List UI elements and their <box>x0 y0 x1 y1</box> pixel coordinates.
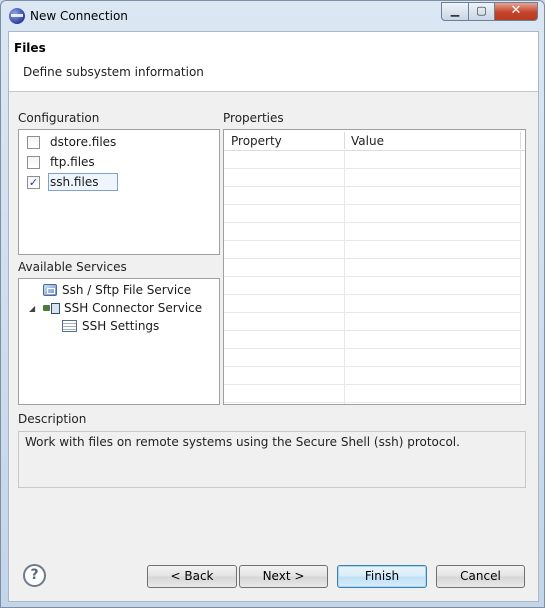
page-title: Files <box>14 41 46 55</box>
window-title: New Connection <box>30 9 128 23</box>
table-row[interactable] <box>224 223 520 241</box>
table-row[interactable] <box>224 331 520 349</box>
table-row[interactable] <box>224 205 520 223</box>
tree-item-sftp-file-service[interactable]: Ssh / Sftp File Service <box>43 281 191 299</box>
tree-item-label: SSH Settings <box>82 319 160 333</box>
config-item-ssh-files[interactable]: ✓ ssh.files <box>27 173 119 191</box>
available-services-label: Available Services <box>18 260 127 274</box>
dialog-window: New Connection ▁ ▢ ✕ Files Define subsys… <box>0 0 545 608</box>
properties-table-header: Property Value <box>224 130 525 151</box>
close-button[interactable]: ✕ <box>494 2 538 21</box>
file-service-icon <box>43 284 57 296</box>
table-row[interactable] <box>224 259 520 277</box>
config-item-label: dstore.files <box>50 135 117 149</box>
table-row[interactable] <box>224 241 520 259</box>
help-icon[interactable]: ? <box>23 564 46 587</box>
description-label: Description <box>18 412 87 426</box>
dstore-files-checkbox[interactable] <box>27 135 40 149</box>
ftp-files-checkbox[interactable] <box>27 155 40 169</box>
window-controls: ▁ ▢ ✕ <box>441 2 538 21</box>
tree-item-ssh-settings[interactable]: SSH Settings <box>62 317 159 335</box>
properties-label: Properties <box>223 111 284 125</box>
cancel-button[interactable]: Cancel <box>436 565 525 588</box>
config-item-label: ftp.files <box>50 155 95 169</box>
table-row[interactable] <box>224 385 520 403</box>
title-bar[interactable]: New Connection ▁ ▢ ✕ <box>1 1 544 31</box>
tree-item-ssh-connector-service[interactable]: SSH Connector Service <box>43 299 202 317</box>
table-row[interactable] <box>224 169 520 187</box>
column-separator[interactable] <box>520 132 521 149</box>
page-description: Define subsystem information <box>23 65 204 79</box>
settings-table-icon <box>62 320 77 332</box>
column-header-property[interactable]: Property <box>231 134 282 148</box>
column-header-value[interactable]: Value <box>351 134 384 148</box>
back-button[interactable]: < Back <box>147 565 237 588</box>
grid-column-line <box>520 151 521 404</box>
table-row[interactable] <box>224 295 520 313</box>
minimize-button[interactable]: ▁ <box>441 2 468 21</box>
finish-button[interactable]: Finish <box>337 565 427 588</box>
description-text: Work with files on remote systems using … <box>25 435 460 449</box>
table-row[interactable] <box>224 277 520 295</box>
description-box: Work with files on remote systems using … <box>18 431 526 488</box>
dialog-client-area: Files Define subsystem information Confi… <box>8 31 539 602</box>
properties-table[interactable]: Property Value <box>223 129 526 405</box>
column-separator[interactable] <box>344 132 345 149</box>
tree-item-label: Ssh / Sftp File Service <box>62 283 192 297</box>
configuration-label: Configuration <box>18 111 100 125</box>
connector-service-icon <box>43 302 60 314</box>
config-item-dstore-files[interactable]: dstore.files <box>27 133 118 151</box>
config-item-ftp-files[interactable]: ftp.files <box>27 153 97 171</box>
configuration-list[interactable]: dstore.files ftp.files ✓ ssh.files <box>18 129 220 255</box>
table-row[interactable] <box>224 349 520 367</box>
next-button[interactable]: Next > <box>239 565 328 588</box>
ssh-files-checkbox[interactable]: ✓ <box>27 175 40 189</box>
tree-item-label: SSH Connector Service <box>64 301 203 315</box>
table-row[interactable] <box>224 313 520 331</box>
table-row[interactable] <box>224 367 520 385</box>
wizard-header: Files Define subsystem information <box>9 32 538 92</box>
table-row[interactable] <box>224 187 520 205</box>
available-services-tree[interactable]: Ssh / Sftp File Service ◢ SSH Connector … <box>18 278 220 405</box>
eclipse-app-icon <box>9 8 25 24</box>
table-row[interactable] <box>224 151 520 169</box>
expand-arrow-icon[interactable]: ◢ <box>29 304 37 313</box>
config-item-label: ssh.files <box>48 173 119 191</box>
maximize-button[interactable]: ▢ <box>468 2 494 21</box>
